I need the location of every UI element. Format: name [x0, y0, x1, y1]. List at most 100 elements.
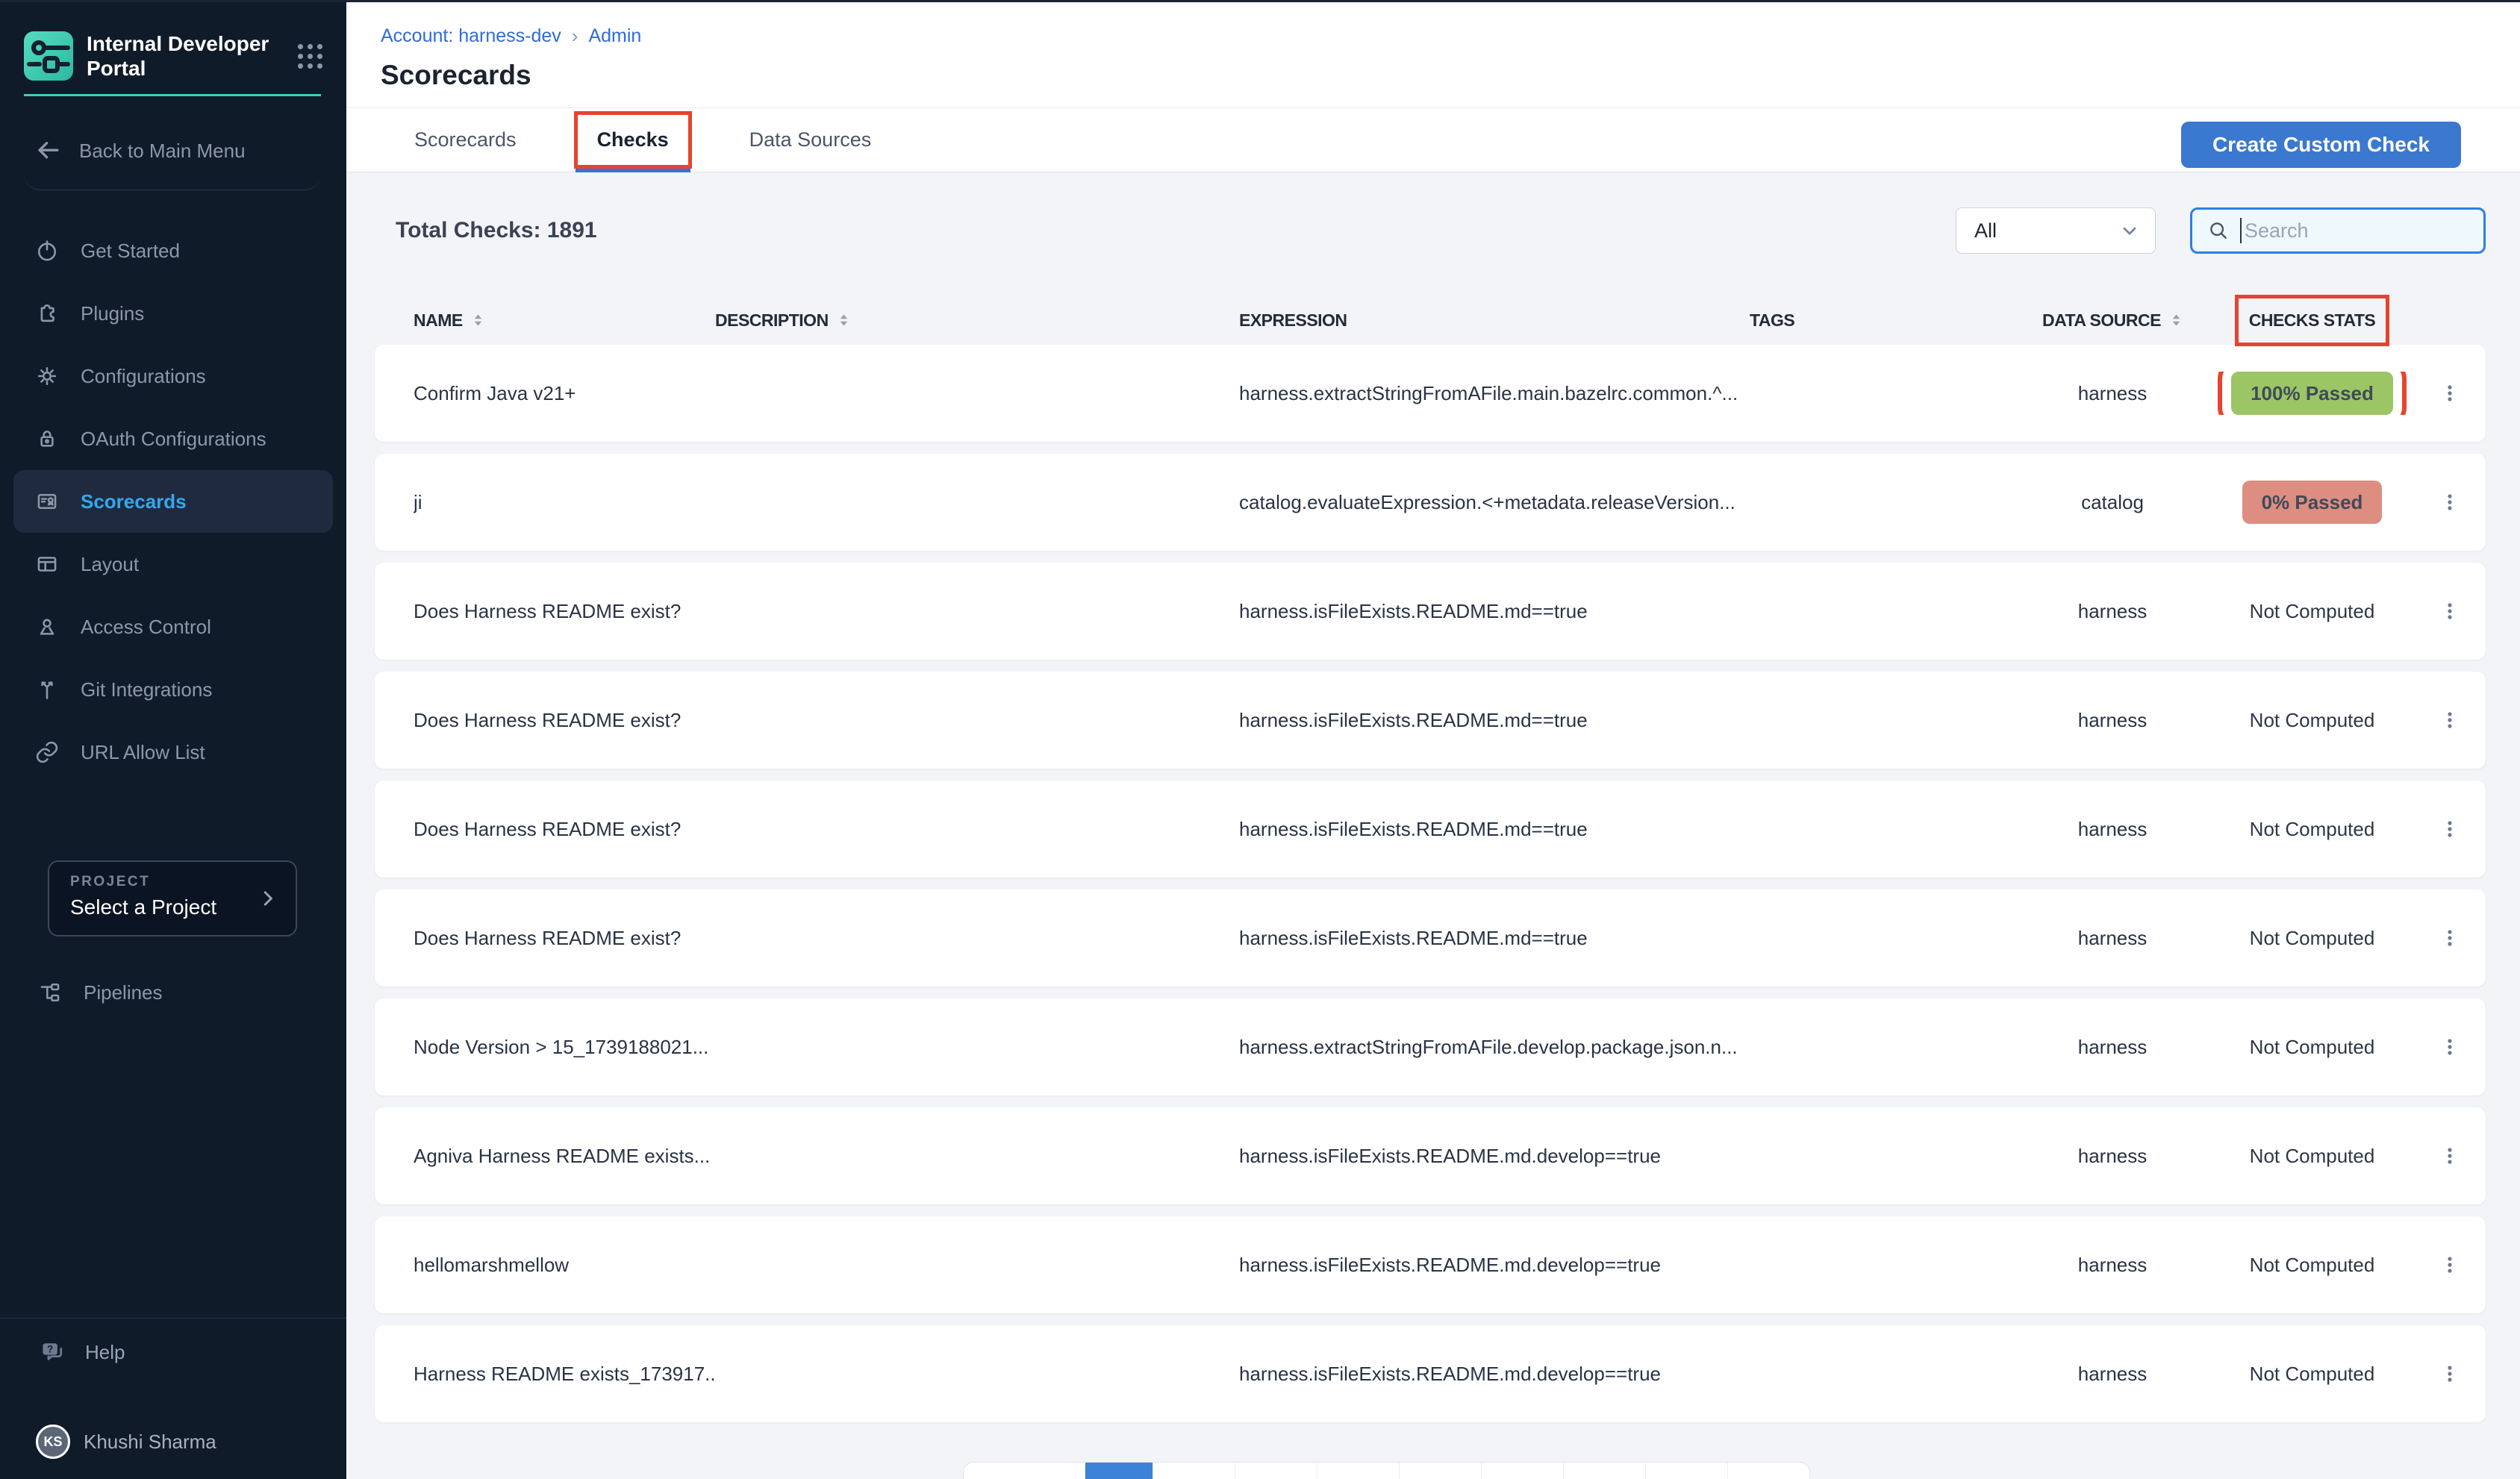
- git-icon: [34, 677, 60, 702]
- check-stats: Not Computed: [2209, 600, 2415, 623]
- user-menu[interactable]: KS Khushi Sharma: [0, 1409, 346, 1475]
- app-title: Internal Developer Portal: [87, 31, 273, 81]
- breadcrumb: Account: harness-dev › Admin: [381, 25, 2520, 48]
- text-cursor: [2240, 218, 2242, 243]
- check-stats: Not Computed: [2209, 818, 2415, 841]
- row-menu-button[interactable]: [2427, 472, 2472, 532]
- pagination-page-cell[interactable]: [1235, 1463, 1317, 1479]
- check-data-source: harness: [2015, 1254, 2209, 1277]
- link-icon: [34, 740, 60, 765]
- sidebar-item-plugins[interactable]: Plugins: [0, 282, 346, 345]
- sidebar-item-get-started[interactable]: Get Started: [0, 219, 346, 282]
- breadcrumb-admin-link[interactable]: Admin: [588, 25, 641, 47]
- sidebar-item-label: Pipelines: [84, 981, 163, 1004]
- kebab-icon: [2440, 810, 2460, 848]
- stats-badge: 0% Passed: [2242, 481, 2383, 524]
- row-menu-button[interactable]: [2427, 908, 2472, 968]
- help-chat-icon: ?: [39, 1339, 66, 1366]
- pagination-page-cell[interactable]: [1481, 1463, 1563, 1479]
- pagination-page-cell[interactable]: [1153, 1463, 1235, 1479]
- check-expression: harness.extractStringFromAFile.main.baze…: [1239, 382, 1750, 405]
- row-menu-button[interactable]: [2427, 1235, 2472, 1295]
- sidebar-item-label: Access Control: [81, 616, 211, 639]
- sidebar-item-git-integrations[interactable]: Git Integrations: [0, 658, 346, 721]
- tab-scorecards[interactable]: Scorecards: [395, 115, 536, 165]
- check-data-source: harness: [2015, 1363, 2209, 1386]
- tab-data-sources[interactable]: Data Sources: [730, 115, 891, 165]
- check-expression: catalog.evaluateExpression.<+metadata.re…: [1239, 491, 1750, 514]
- pagination[interactable]: [963, 1462, 1810, 1479]
- sidebar-item-access-control[interactable]: Access Control: [0, 595, 346, 658]
- help-button[interactable]: ? Help: [0, 1322, 346, 1382]
- kebab-icon: [2440, 483, 2460, 522]
- check-stats: 0% Passed: [2209, 481, 2415, 524]
- create-custom-check-button[interactable]: Create Custom Check: [2181, 122, 2461, 168]
- tabs: Scorecards Checks Data Sources: [395, 115, 932, 165]
- row-menu-button[interactable]: [2427, 1126, 2472, 1186]
- chevron-right-icon: [257, 887, 279, 910]
- column-header-tags: TAGS: [1750, 309, 2015, 332]
- pagination-active-page[interactable]: [1085, 1463, 1153, 1479]
- check-data-source: catalog: [2015, 491, 2209, 514]
- row-menu-button[interactable]: [2427, 799, 2472, 859]
- pagination-page-cell[interactable]: [1727, 1463, 1809, 1479]
- search-input[interactable]: [2245, 219, 2471, 243]
- sort-icon: [2170, 312, 2183, 328]
- stats-badge: 100% Passed: [2231, 372, 2393, 415]
- apps-grid-icon[interactable]: [298, 44, 322, 69]
- row-menu-button[interactable]: [2427, 363, 2472, 423]
- table-row: Does Harness README exist?harness.isFile…: [375, 781, 2486, 878]
- stats-not-computed: Not Computed: [2250, 709, 2375, 732]
- row-menu-button[interactable]: [2427, 690, 2472, 750]
- main-area: Account: harness-dev › Admin Scorecards …: [346, 2, 2520, 1479]
- kebab-icon: [2440, 701, 2460, 740]
- check-data-source: harness: [2015, 709, 2209, 732]
- sidebar-item-scorecards[interactable]: Scorecards: [13, 470, 333, 533]
- row-menu-button[interactable]: [2427, 1344, 2472, 1404]
- pagination-prev-cell[interactable]: [964, 1463, 1085, 1479]
- pagination-page-cell[interactable]: [1317, 1463, 1399, 1479]
- sidebar-item-label: URL Allow List: [81, 741, 205, 764]
- sidebar-item-configurations[interactable]: Configurations: [0, 345, 346, 407]
- back-to-main-menu[interactable]: Back to Main Menu: [24, 112, 321, 190]
- row-menu-button[interactable]: [2427, 1017, 2472, 1077]
- check-name: ji: [414, 491, 715, 514]
- arrow-left-icon: [34, 137, 63, 165]
- user-name: Khushi Sharma: [84, 1430, 216, 1454]
- sort-icon: [472, 312, 484, 328]
- sidebar-item-label: Plugins: [81, 302, 144, 325]
- sidebar-item-pipelines-row[interactable]: Pipelines: [0, 961, 346, 1024]
- sidebar-item-pipelines[interactable]: Pipelines: [0, 961, 346, 1024]
- tab-checks[interactable]: Checks: [578, 115, 688, 165]
- pagination-page-cell[interactable]: [1645, 1463, 1727, 1479]
- check-stats: Not Computed: [2209, 709, 2415, 732]
- sidebar-item-url-allow-list[interactable]: URL Allow List: [0, 721, 346, 784]
- column-label: DESCRIPTION: [715, 309, 829, 332]
- column-label: TAGS: [1750, 309, 1794, 332]
- kebab-icon: [2440, 374, 2460, 413]
- pagination-page-cell[interactable]: [1563, 1463, 1645, 1479]
- check-stats: Not Computed: [2209, 1363, 2415, 1386]
- filter-dropdown[interactable]: All: [1956, 207, 2156, 254]
- breadcrumb-account-link[interactable]: Account: harness-dev: [381, 25, 561, 47]
- toolbar: Total Checks: 1891 All: [375, 172, 2486, 254]
- table-header: NAMEDESCRIPTIONEXPRESSIONTAGSDATA SOURCE…: [375, 296, 2486, 345]
- column-header-name[interactable]: NAME: [414, 309, 715, 332]
- page-header: Account: harness-dev › Admin Scorecards: [346, 2, 2520, 108]
- column-header-data-source[interactable]: DATA SOURCE: [2015, 309, 2209, 332]
- check-name: Confirm Java v21+: [414, 382, 715, 405]
- breadcrumb-separator: ›: [572, 25, 578, 48]
- plugin-icon: [34, 301, 60, 326]
- pagination-page-cell[interactable]: [1399, 1463, 1481, 1479]
- project-selector[interactable]: PROJECT Select a Project: [48, 860, 297, 937]
- check-stats: Not Computed: [2209, 1145, 2415, 1168]
- lock-icon: [34, 426, 60, 451]
- column-header-description[interactable]: DESCRIPTION: [715, 309, 1239, 332]
- check-expression: harness.isFileExists.README.md==true: [1239, 818, 1750, 841]
- row-menu-button[interactable]: [2427, 581, 2472, 641]
- sidebar-item-layout[interactable]: Layout: [0, 533, 346, 595]
- page-title: Scorecards: [381, 60, 2520, 91]
- user-icon: [34, 614, 60, 640]
- column-label: NAME: [414, 309, 463, 332]
- sidebar-item-oauth-configurations[interactable]: OAuth Configurations: [0, 407, 346, 470]
